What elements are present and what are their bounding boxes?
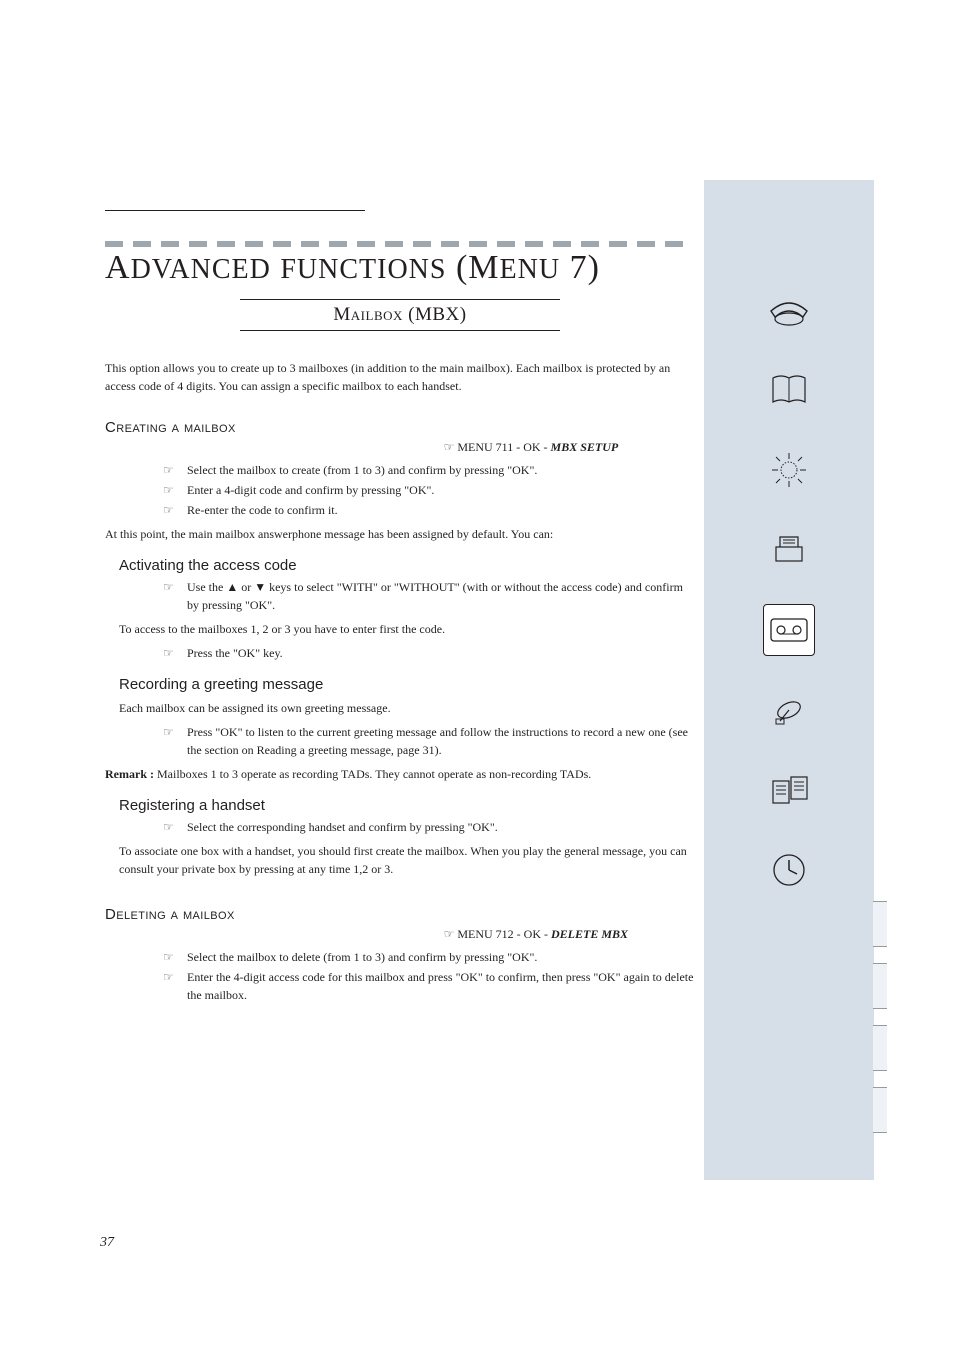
bookmark-tab <box>873 901 887 947</box>
subtitle-text: Mailbox (MBX) <box>333 304 466 325</box>
greeting-line: Each mailbox can be assigned its own gre… <box>105 699 695 717</box>
handset-line: To associate one box with a handset, you… <box>105 842 695 878</box>
header-rule <box>105 210 365 211</box>
hand-icon: ☞ <box>163 948 181 966</box>
note-text: At this point, the main mailbox answerph… <box>105 525 695 543</box>
hand-icon: ☞ <box>163 723 181 741</box>
step-text: Press "OK" to listen to the current gree… <box>187 723 695 759</box>
documents-icon <box>769 750 809 830</box>
intro-paragraph: This option allows you to create up to 3… <box>105 359 695 395</box>
bookmark-tab <box>873 963 887 1009</box>
step: ☞ Press "OK" to listen to the current gr… <box>105 723 695 759</box>
up-arrow-icon: ▲ <box>226 580 238 594</box>
step: ☞ Press the "OK" key. <box>105 644 695 662</box>
satellite-icon <box>770 670 808 750</box>
step: ☞ Use the ▲ or ▼ keys to select "WITH" o… <box>105 578 695 614</box>
step-text: Use the ▲ or ▼ keys to select "WITH" or … <box>187 578 695 614</box>
title-dashes <box>105 241 695 247</box>
page-number: 37 <box>100 1235 114 1251</box>
heading-creating: Creating a mailbox <box>105 419 695 436</box>
hand-icon: ☞ <box>163 501 181 519</box>
step: ☞ Select the mailbox to create (from 1 t… <box>105 461 695 479</box>
menu-path-bold: MBX SETUP <box>551 440 619 454</box>
access-code-line: To access to the mailboxes 1, 2 or 3 you… <box>105 620 695 638</box>
fax-icon <box>770 510 808 590</box>
step: ☞ Select the corresponding handset and c… <box>105 818 695 836</box>
step-text: Press the "OK" key. <box>187 644 695 662</box>
subhead-access-code: Activating the access code <box>119 557 695 574</box>
tape-icon <box>763 604 815 656</box>
page-content: ADVANCED FUNCTIONS (MENU 7) Mailbox (MBX… <box>105 210 695 1006</box>
section-subtitle: Mailbox (MBX) <box>240 299 560 331</box>
step-text: Enter a 4-digit code and confirm by pres… <box>187 481 695 499</box>
bookmark-tab <box>873 1025 887 1071</box>
hand-icon: ☞ <box>163 644 181 662</box>
menu-path-delete: aaaaaaaaaaaaaaaaaaaaaaaaaaaaaaaaaaaaaaaa… <box>105 927 695 942</box>
step-text: Select the mailbox to delete (from 1 to … <box>187 948 695 966</box>
hand-icon: ☞ <box>163 461 181 479</box>
step: ☞ Enter a 4-digit code and confirm by pr… <box>105 481 695 499</box>
sun-icon <box>770 430 808 510</box>
step-text: Re-enter the code to confirm it. <box>187 501 695 519</box>
page-title: ADVANCED FUNCTIONS (MENU 7) <box>105 249 695 287</box>
greeting-remark: Remark : Mailboxes 1 to 3 operate as rec… <box>105 765 695 783</box>
phone-icon <box>767 270 811 350</box>
hand-icon: ☞ <box>444 927 455 941</box>
menu-path-text: MENU 711 - OK - <box>457 440 550 454</box>
step: ☞ Enter the 4-digit access code for this… <box>105 968 695 1004</box>
menu-path-text: MENU 712 - OK - <box>457 927 551 941</box>
book-icon <box>769 350 809 430</box>
hand-icon: ☞ <box>163 578 181 596</box>
step-text: Select the mailbox to create (from 1 to … <box>187 461 695 479</box>
bookmark-tab <box>873 1087 887 1133</box>
step-text: Select the corresponding handset and con… <box>187 818 695 836</box>
heading-deleting: Deleting a mailbox <box>105 906 695 923</box>
hand-icon: ☞ <box>163 818 181 836</box>
hand-icon: ☞ <box>163 968 181 986</box>
hand-icon: ☞ <box>444 440 455 454</box>
menu-path-create: aaaaaaaaaaaaaaaaaaaaaaaaaaaaaaaaaaaaaaaa… <box>105 440 695 455</box>
subhead-greeting: Recording a greeting message <box>119 676 695 693</box>
subhead-handset: Registering a handset <box>119 797 695 814</box>
down-arrow-icon: ▼ <box>254 580 266 594</box>
step: ☞ Select the mailbox to delete (from 1 t… <box>105 948 695 966</box>
sidebar-icons <box>704 270 874 910</box>
clock-icon <box>771 830 807 910</box>
step: ☞ Re-enter the code to confirm it. <box>105 501 695 519</box>
menu-path-bold: DELETE MBX <box>551 927 628 941</box>
hand-icon: ☞ <box>163 481 181 499</box>
step-text: Enter the 4-digit access code for this m… <box>187 968 695 1004</box>
